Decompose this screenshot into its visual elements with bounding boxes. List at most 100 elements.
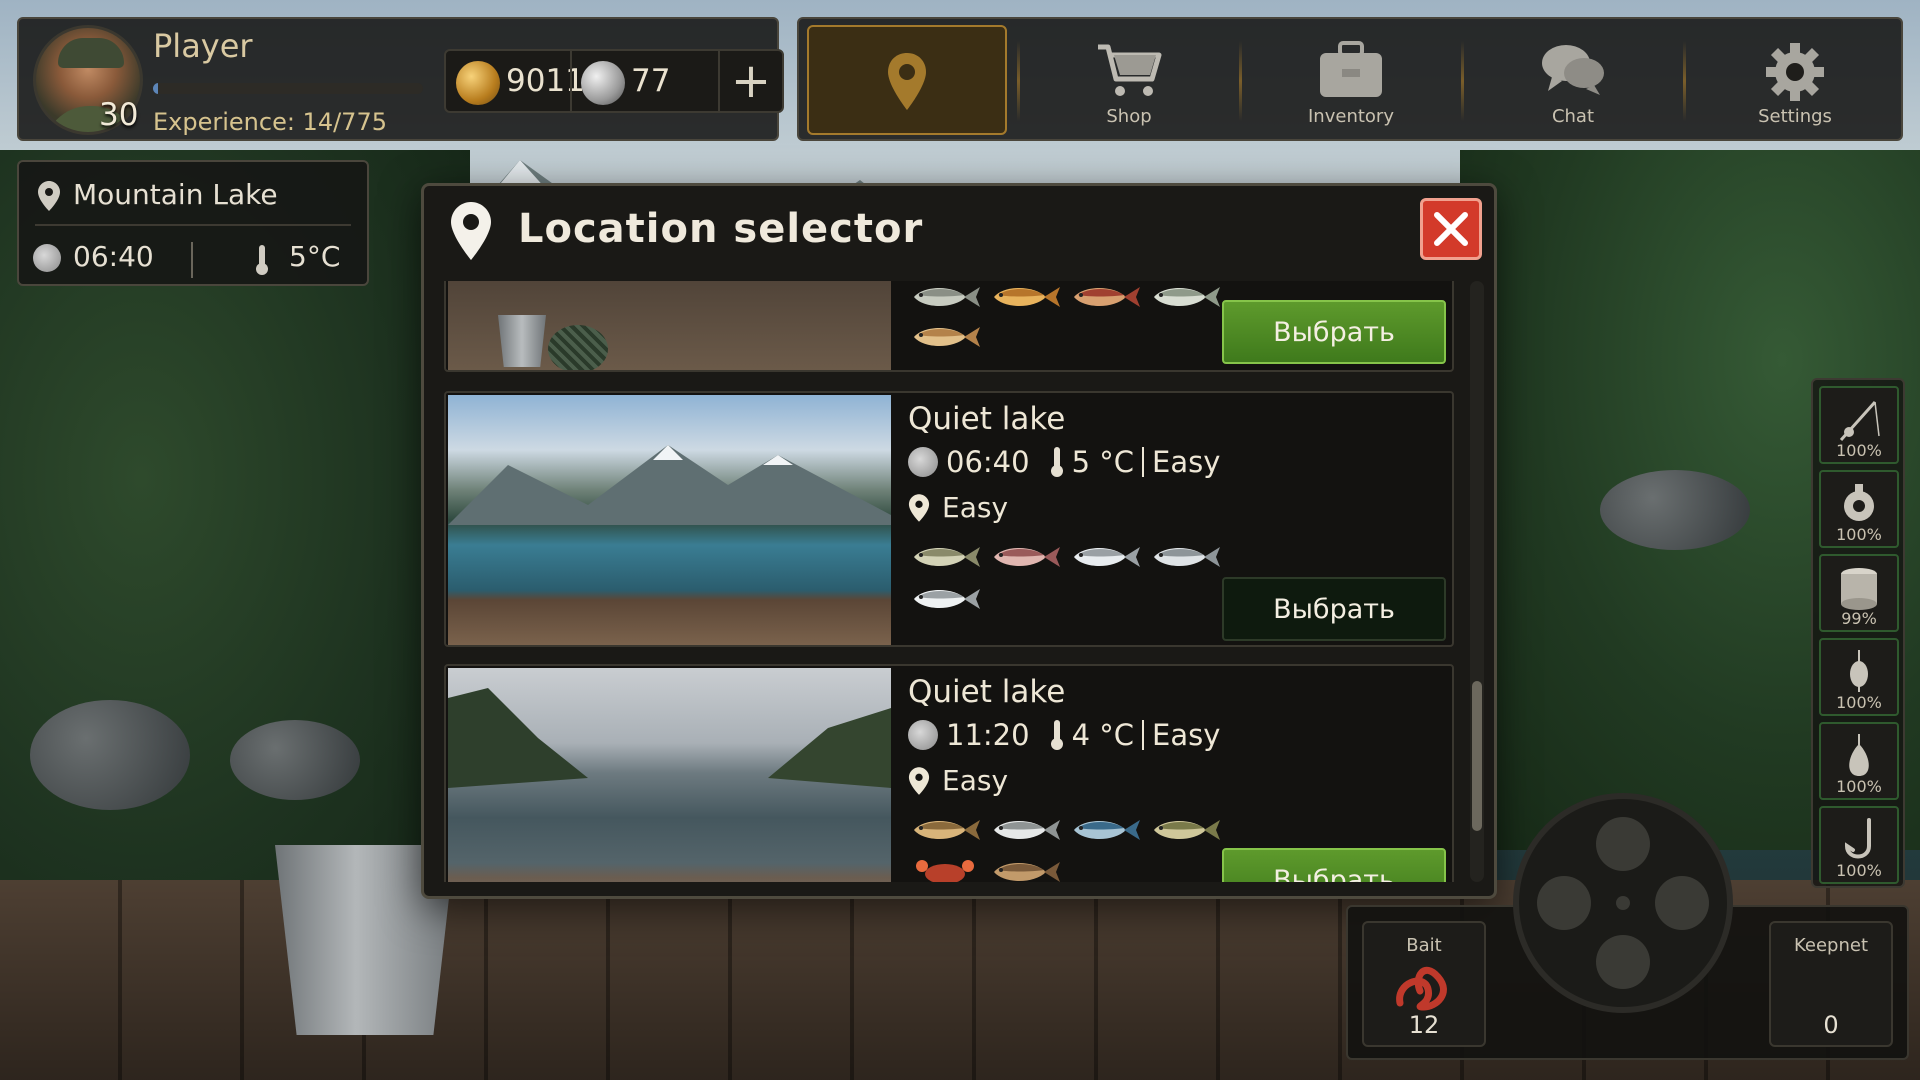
location-card: Quiet lake 11:20 4 °C Easy Easy Выбрать	[444, 664, 1454, 882]
close-modal-button[interactable]	[1420, 198, 1482, 260]
trout-fish-icon	[914, 547, 980, 567]
chat-bubbles-icon	[1542, 45, 1604, 95]
silver-amount: 77	[631, 63, 671, 99]
bait-slot[interactable]: Bait 12	[1362, 921, 1486, 1047]
location-card-difficulty: Easy	[908, 764, 1008, 797]
flounder-fish-icon	[994, 862, 1060, 882]
location-time: 06:40	[73, 240, 154, 273]
player-level: 30	[99, 97, 139, 133]
location-name: Mountain Lake	[73, 178, 278, 211]
whitefish-fish-icon	[1074, 547, 1140, 567]
gold-coin-icon	[456, 61, 500, 105]
location-card-difficulty-text: Easy	[942, 764, 1009, 797]
keepnet-count: 0	[1823, 1011, 1839, 1039]
hook-icon	[1844, 818, 1871, 859]
reel-icon	[1844, 484, 1874, 521]
pollock-fish-icon	[994, 820, 1060, 840]
location-selector-modal: Location selector Выбрать Quiet lake 06:…	[421, 183, 1497, 899]
clock-icon	[908, 720, 938, 750]
silver-fish-fish-icon	[1154, 547, 1220, 567]
fish-row	[908, 323, 982, 351]
location-card: Quiet lake 06:40 5 °C Easy Easy Выбрать	[444, 391, 1454, 647]
float-slot[interactable]: 100%	[1819, 638, 1899, 716]
current-location-panel: Mountain Lake 06:40 5°C	[17, 160, 369, 286]
location-card: Выбрать	[444, 281, 1454, 372]
clock-icon	[908, 447, 938, 477]
red-fin-fish-icon	[1074, 287, 1140, 307]
hook-slot[interactable]: 100%	[1819, 806, 1899, 884]
location-thumbnail	[448, 395, 891, 645]
location-temperature: 5°C	[289, 240, 341, 273]
silver-coin-icon	[581, 61, 625, 105]
location-pin-icon	[451, 202, 491, 260]
top-navigation: Shop Inventory Chat Settings	[797, 17, 1903, 141]
location-card-title: Quiet lake	[908, 674, 1066, 710]
nav-location-button[interactable]	[807, 25, 1007, 135]
worm-icon	[1396, 966, 1447, 1011]
nav-chat-button[interactable]: Chat	[1473, 19, 1673, 139]
player-card: 30 Player Experience: 14/775 9011 77 +	[17, 17, 784, 141]
experience-text: Experience: 14/775	[153, 108, 387, 136]
line-spool-slot[interactable]: 99%	[1819, 554, 1899, 632]
location-card-difficulty-text: Easy	[942, 491, 1009, 524]
location-pin-icon	[908, 766, 930, 795]
gear-condition: 100%	[1836, 777, 1882, 796]
reel-control[interactable]	[1513, 793, 1733, 1013]
modal-title: Location selector	[518, 206, 924, 252]
tackle-status-column: 100% 100% 99% 100% 100% 100%	[1811, 378, 1905, 888]
select-location-button[interactable]: Выбрать	[1222, 848, 1446, 882]
nav-settings-button[interactable]: Settings	[1695, 19, 1895, 139]
list-scrollbar[interactable]	[1470, 281, 1484, 882]
mackerel-fish-icon	[1074, 820, 1140, 840]
keepnet-slot[interactable]: Keepnet 0	[1769, 921, 1893, 1047]
shopping-cart-icon	[1098, 44, 1162, 96]
fish-row	[908, 858, 1062, 882]
sinker-slot[interactable]: 100%	[1819, 722, 1899, 800]
cod-fish-icon	[914, 820, 980, 840]
location-card-meta: 11:20 4 °C Easy	[908, 718, 1220, 752]
nav-chat-label: Chat	[1551, 106, 1595, 127]
location-card-difficulty: Easy	[908, 491, 1008, 524]
rock	[30, 700, 190, 810]
scrollbar-thumb[interactable]	[1472, 681, 1482, 831]
gear-condition: 100%	[1836, 525, 1882, 544]
location-pin-icon	[38, 181, 60, 211]
location-card-difficulty-inline: Easy	[1152, 445, 1221, 479]
fish-row	[908, 816, 1222, 844]
thermometer-icon	[1050, 720, 1063, 750]
nav-shop-label: Shop	[1106, 106, 1152, 127]
gear-icon	[1766, 43, 1824, 101]
nav-inventory-button[interactable]: Inventory	[1251, 19, 1451, 139]
keepnet-label: Keepnet	[1793, 935, 1869, 956]
select-location-button[interactable]: Выбрать	[1222, 300, 1446, 364]
location-list[interactable]: Выбрать Quiet lake 06:40 5 °C Easy Easy …	[444, 281, 1460, 882]
location-card-time: 06:40	[946, 445, 1030, 479]
rod-slot[interactable]: 100%	[1819, 386, 1899, 464]
gear-condition: 100%	[1836, 693, 1882, 712]
currency-bar: 9011 77 +	[444, 49, 784, 113]
rock	[230, 720, 360, 800]
gear-condition: 100%	[1836, 861, 1882, 880]
thermometer-icon	[1050, 447, 1063, 477]
experience-bar-fill	[153, 83, 158, 94]
add-currency-button[interactable]: +	[720, 51, 782, 111]
grayling-fish-icon	[914, 589, 980, 609]
line-spool-icon	[1841, 568, 1877, 610]
gold-amount: 9011	[506, 63, 585, 99]
salmon-fish-icon	[914, 327, 980, 347]
fish-row	[908, 543, 1222, 571]
location-card-meta: 06:40 5 °C Easy	[908, 445, 1220, 479]
reel-slot[interactable]: 100%	[1819, 470, 1899, 548]
rod-icon	[1839, 400, 1880, 442]
clock-icon	[33, 244, 61, 272]
nav-settings-label: Settings	[1758, 106, 1832, 127]
crab-fish-icon	[916, 860, 974, 882]
gear-condition: 99%	[1841, 609, 1877, 628]
location-card-temperature: 5 °C	[1071, 445, 1134, 479]
fish-row	[908, 283, 1222, 311]
pike-fish-icon	[1154, 287, 1220, 307]
select-location-button[interactable]: Выбрать	[1222, 577, 1446, 641]
nav-shop-button[interactable]: Shop	[1029, 19, 1229, 139]
experience-bar	[153, 83, 423, 94]
thermometer-icon	[256, 245, 268, 275]
